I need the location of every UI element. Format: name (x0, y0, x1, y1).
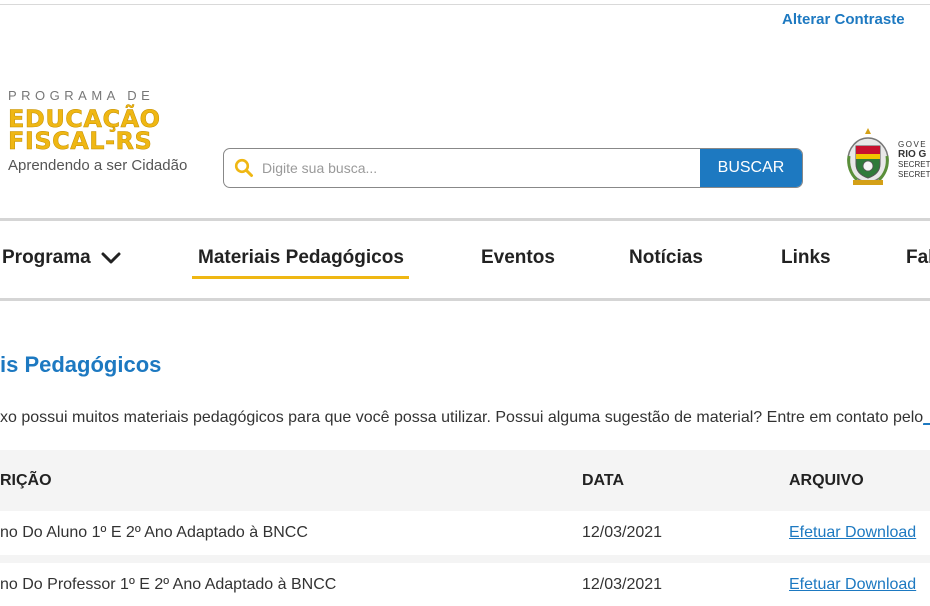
row-description: no Do Professor 1º E 2º Ano Adaptado à B… (0, 576, 337, 593)
page-title: is Pedagógicos (0, 352, 162, 377)
logo-line-fiscal: FISCAL-RS (8, 127, 153, 155)
search-bar: BUSCAR (223, 148, 803, 188)
nav-item-materiais-pedagogicos[interactable]: Materiais Pedagógicos (198, 247, 404, 269)
program-logo[interactable]: PROGRAMA DE EDUCAÇÃO FISCAL-RS Aprendend… (8, 89, 193, 184)
search-icon (234, 158, 254, 178)
column-header-description: RIÇÃO (0, 472, 52, 489)
nav-item-label: Programa (2, 247, 91, 268)
nav-divider-bottom (0, 298, 930, 301)
search-input[interactable] (262, 149, 702, 187)
top-divider (0, 4, 930, 5)
row-separator (0, 555, 930, 563)
intro-text: xo possui muitos materiais pedagógicos p… (0, 409, 924, 426)
nav-item-eventos[interactable]: Eventos (481, 247, 555, 269)
nav-item-programa[interactable]: Programa (2, 247, 121, 269)
contact-link[interactable]: _ (923, 409, 930, 426)
government-label: GOVE RIO G SECRETA SECRETA (898, 140, 930, 180)
table-row: no Do Aluno 1º E 2º Ano Adaptado à BNCC … (0, 511, 930, 555)
download-link[interactable]: Efetuar Download (789, 576, 916, 594)
nav-active-indicator (192, 276, 409, 279)
row-date: 12/03/2021 (582, 576, 663, 593)
intro-paragraph: xo possui muitos materiais pedagógicos p… (0, 409, 930, 427)
logo-tagline: Aprendendo a ser Cidadão (8, 157, 188, 174)
table-row: no Do Professor 1º E 2º Ano Adaptado à B… (0, 563, 930, 606)
row-description: no Do Aluno 1º E 2º Ano Adaptado à BNCC (0, 524, 308, 541)
column-header-date: DATA (582, 472, 625, 489)
search-button[interactable]: BUSCAR (700, 149, 802, 187)
nav-item-noticias[interactable]: Notícias (629, 247, 703, 269)
chevron-down-icon (101, 252, 121, 264)
row-date: 12/03/2021 (582, 524, 663, 541)
column-header-file: ARQUIVO (789, 472, 864, 489)
contrast-toggle-link[interactable]: Alterar Contraste (782, 11, 905, 28)
gov-line-3: SECRETA (898, 160, 930, 169)
nav-item-fale[interactable]: Fal (906, 247, 930, 269)
gov-line-2: RIO G (898, 149, 927, 160)
logo-line-programa: PROGRAMA DE (8, 88, 155, 103)
download-link[interactable]: Efetuar Download (789, 524, 916, 542)
nav-item-links[interactable]: Links (781, 247, 831, 269)
rs-crest-icon[interactable] (843, 126, 893, 188)
gov-line-4: SECRETA (898, 170, 930, 179)
nav-divider-top (0, 218, 930, 221)
